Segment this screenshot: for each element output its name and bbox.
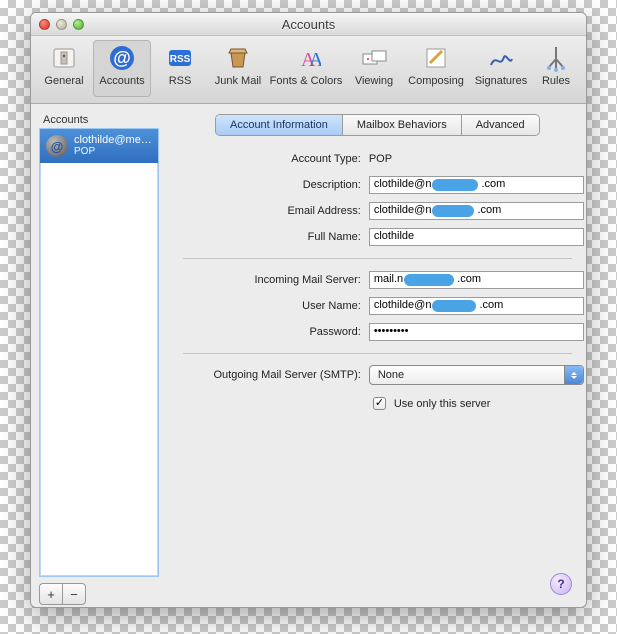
username-input[interactable]: clothilde@n.com	[369, 297, 584, 315]
accounts-sidebar: Accounts @ clothilde@me… POP + −	[31, 104, 167, 608]
toolbar-accounts[interactable]: @ Accounts	[93, 40, 151, 97]
svg-text:@: @	[113, 48, 131, 68]
toolbar-signatures[interactable]: Signatures	[469, 40, 533, 97]
email-label: Email Address:	[171, 205, 369, 217]
description-input[interactable]: clothilde@n.com	[369, 176, 584, 194]
separator	[183, 353, 572, 354]
toolbar-label: Junk Mail	[215, 75, 261, 87]
toolbar-label: RSS	[169, 75, 192, 87]
toolbar-label: Signatures	[475, 75, 528, 87]
description-label: Description:	[171, 179, 369, 191]
toolbar-label: Viewing	[355, 75, 393, 87]
remove-account-button[interactable]: −	[62, 583, 86, 605]
account-row[interactable]: @ clothilde@me… POP	[40, 129, 158, 163]
incoming-input[interactable]: mail.n.com	[369, 271, 584, 289]
main-area: Accounts @ clothilde@me… POP + − Account…	[31, 104, 586, 608]
use-only-this-server[interactable]: Use only this server	[369, 394, 584, 413]
account-type-value: POP	[369, 153, 584, 165]
close-icon[interactable]	[39, 19, 50, 30]
smtp-value: None	[378, 369, 404, 381]
detail-tabs: Account Information Mailbox Behaviors Ad…	[215, 114, 540, 136]
tab-advanced[interactable]: Advanced	[462, 115, 539, 135]
fullname-input[interactable]: clothilde	[369, 228, 584, 246]
account-labels: clothilde@me… POP	[74, 134, 152, 158]
minimize-icon[interactable]	[56, 19, 67, 30]
zoom-icon[interactable]	[73, 19, 84, 30]
fonts-icon: AA	[290, 42, 322, 74]
composing-icon	[420, 42, 452, 74]
signatures-icon	[485, 42, 517, 74]
toolbar-label: Rules	[542, 75, 570, 87]
accounts-list[interactable]: @ clothilde@me… POP	[39, 128, 159, 577]
rules-icon	[540, 42, 572, 74]
at-icon: @	[46, 135, 68, 157]
toolbar-label: Fonts & Colors	[270, 75, 343, 87]
popup-arrows-icon	[564, 366, 583, 384]
titlebar: Accounts	[31, 13, 586, 36]
toolbar-composing[interactable]: Composing	[403, 40, 469, 97]
account-type: POP	[74, 146, 152, 158]
junk-icon	[222, 42, 254, 74]
smtp-popup[interactable]: None	[369, 365, 584, 385]
toolbar-label: Accounts	[99, 75, 144, 87]
preferences-window: Accounts General @ Accounts RSS RSS Junk	[30, 12, 587, 608]
toolbar-label: Composing	[408, 75, 464, 87]
toolbar-viewing[interactable]: Viewing	[345, 40, 403, 97]
switch-icon	[48, 42, 80, 74]
toolbar-rules[interactable]: Rules	[533, 40, 579, 97]
email-input[interactable]: clothilde@n.com	[369, 202, 584, 220]
smtp-label: Outgoing Mail Server (SMTP):	[171, 369, 369, 381]
toolbar-general[interactable]: General	[35, 40, 93, 97]
account-detail: Account Information Mailbox Behaviors Ad…	[167, 104, 587, 608]
add-account-button[interactable]: +	[39, 583, 62, 605]
toolbar-label: General	[44, 75, 83, 87]
toolbar-junk[interactable]: Junk Mail	[209, 40, 267, 97]
password-input[interactable]: •••••••••	[369, 323, 584, 341]
fullname-label: Full Name:	[171, 231, 369, 243]
toolbar-fonts[interactable]: AA Fonts & Colors	[267, 40, 345, 97]
window-title: Accounts	[31, 17, 586, 32]
svg-text:A: A	[309, 49, 321, 71]
traffic-lights	[39, 19, 84, 30]
tab-account-info[interactable]: Account Information	[216, 115, 343, 135]
use-only-checkbox[interactable]	[373, 397, 386, 410]
at-icon: @	[106, 42, 138, 74]
sidebar-buttons: + −	[39, 583, 159, 605]
viewing-icon	[358, 42, 390, 74]
help-button[interactable]: ?	[550, 573, 572, 595]
account-type-label: Account Type:	[171, 153, 369, 165]
username-label: User Name:	[171, 300, 369, 312]
sidebar-heading: Accounts	[43, 114, 159, 126]
toolbar-rss[interactable]: RSS RSS	[151, 40, 209, 97]
incoming-label: Incoming Mail Server:	[171, 274, 369, 286]
password-label: Password:	[171, 326, 369, 338]
svg-text:RSS: RSS	[170, 54, 191, 65]
prefs-toolbar: General @ Accounts RSS RSS Junk Mail AA …	[31, 36, 586, 104]
separator	[183, 258, 572, 259]
account-name: clothilde@me…	[74, 134, 152, 146]
use-only-label: Use only this server	[394, 398, 491, 410]
tab-mailbox-behaviors[interactable]: Mailbox Behaviors	[343, 115, 462, 135]
rss-icon: RSS	[164, 42, 196, 74]
